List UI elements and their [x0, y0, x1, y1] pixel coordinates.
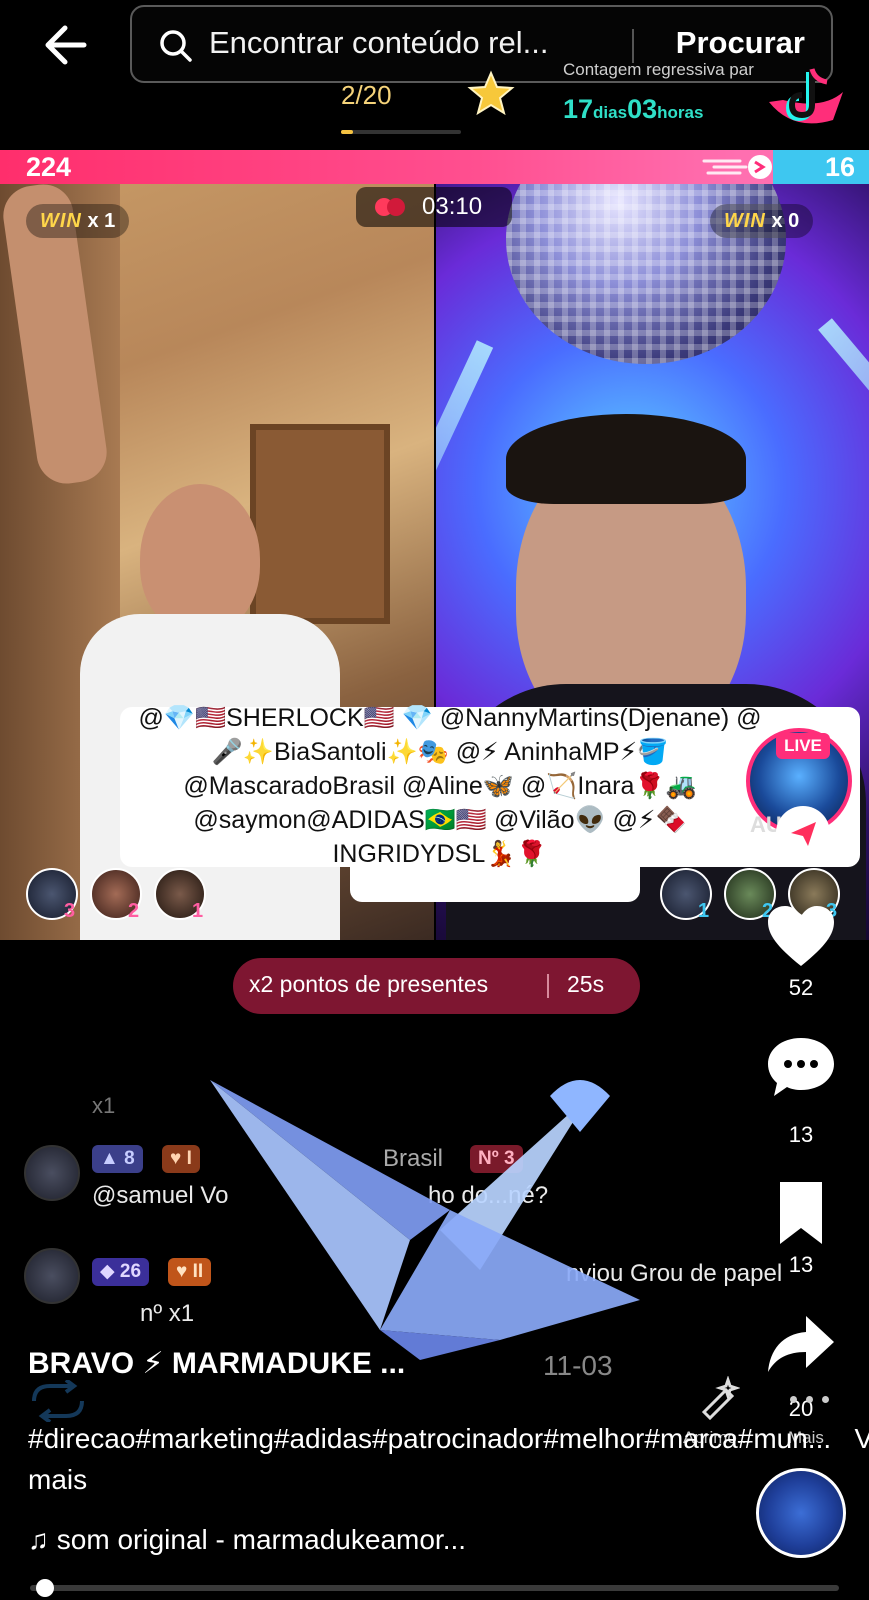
- countdown-value: 17dias03horas: [563, 94, 703, 125]
- supporter-rank: 2: [128, 900, 140, 922]
- fan-level-badge: ♥ I: [162, 1145, 200, 1173]
- likes-count: 52: [788, 975, 814, 1000]
- share-icon[interactable]: [766, 1312, 836, 1378]
- search-divider: [632, 29, 634, 63]
- mention-line: @saymon@ADIDAS🇧🇷🇺🇸 @Vilão👽 @⚡🍫: [193, 806, 687, 834]
- host-face: [140, 484, 260, 634]
- battle-score-bar: 224 16: [0, 150, 869, 184]
- timer-text: 03:10: [422, 193, 483, 220]
- gift-count: nº x1: [140, 1300, 195, 1327]
- user-level-badge: ◆ 26: [92, 1258, 150, 1286]
- round-progress-track: [341, 130, 461, 134]
- vs-gloves-icon: [375, 198, 405, 216]
- post-hashtags[interactable]: #direcao#marketing#adidas#patrocinador#m…: [28, 1418, 869, 1500]
- countdown-hours-unit: horas: [657, 103, 704, 122]
- tiktok-logo-icon[interactable]: [763, 62, 849, 136]
- commenter-avatar[interactable]: [24, 1145, 80, 1201]
- send-icon: [791, 822, 816, 846]
- enhance-icon[interactable]: [696, 1375, 741, 1425]
- speed-icon: [702, 155, 772, 179]
- countdown-days: 17: [563, 94, 594, 124]
- multiplier-divider: [547, 974, 549, 998]
- user-level: 8: [124, 1148, 135, 1169]
- hashtags-text: #direcao#marketing#adidas#patrocinador#m…: [28, 1423, 832, 1454]
- mention-line: 🎤✨BiaSantoli✨🎭 @⚡ AninhaMP⚡🪣: [211, 738, 669, 766]
- comments-count: 13: [788, 1122, 814, 1147]
- light-beam: [436, 340, 494, 675]
- score-left: 224: [26, 152, 72, 182]
- win-label: WIN: [40, 210, 82, 232]
- battle-timer: 03:10: [356, 187, 512, 227]
- round-counter: 2/20: [341, 80, 392, 110]
- multiplier-text: x2 pontos de presentes: [249, 971, 489, 997]
- win-badge-right: WIN x 0: [710, 204, 814, 238]
- user-level-badge: ▲ 8: [92, 1145, 143, 1173]
- live-share-button[interactable]: [776, 806, 830, 860]
- more-dots-icon[interactable]: [788, 1396, 832, 1404]
- mention-line: @💎🇺🇸SHERLOCK🇺🇸 💎 @NannyMartins(Djenane) …: [138, 704, 762, 732]
- live-badge: LIVE: [776, 733, 830, 759]
- supporter-rank: 1: [698, 900, 710, 922]
- sound-row[interactable]: ♫ som original - marmadukeamor...: [28, 1524, 466, 1556]
- round-progress-fill: [341, 130, 353, 134]
- paper-crane-icon: [210, 1080, 640, 1360]
- comment-icon[interactable]: [766, 1034, 836, 1100]
- video-progress-knob[interactable]: [36, 1579, 55, 1597]
- post-date: 11-03: [543, 1350, 613, 1381]
- wooden-door: [250, 424, 390, 624]
- sound-avatar[interactable]: [756, 1468, 846, 1558]
- win-count: x 1: [87, 210, 116, 232]
- back-button[interactable]: [40, 20, 100, 70]
- faded-comment: x1: [92, 1093, 116, 1118]
- host-hair: [506, 414, 746, 504]
- sound-name: som original - marmadukeamor...: [56, 1524, 467, 1555]
- commenter-avatar[interactable]: [24, 1248, 80, 1304]
- win-count: x 0: [771, 210, 800, 232]
- supporter-rank: 3: [64, 900, 76, 922]
- gift-multiplier-banner: x2 pontos de presentes 25s: [233, 958, 640, 1014]
- heart-icon[interactable]: [766, 904, 836, 970]
- countdown-label: Contagem regressiva par: [563, 60, 754, 79]
- video-progress-track[interactable]: [30, 1585, 839, 1591]
- search-input[interactable]: Encontrar conteúdo rel...: [209, 25, 548, 61]
- win-badge-left: WIN x 1: [26, 204, 130, 238]
- back-arrow-icon: [45, 25, 87, 65]
- score-right: 16: [824, 152, 855, 182]
- user-level: 26: [119, 1261, 142, 1282]
- supporter-rank: 1: [192, 900, 204, 922]
- music-note-icon: ♫: [28, 1524, 49, 1555]
- search-icon: [160, 30, 192, 62]
- search-button[interactable]: Procurar: [676, 25, 805, 61]
- saves-count: 13: [788, 1252, 814, 1277]
- fan-level: I: [186, 1148, 192, 1169]
- bookmark-icon[interactable]: [766, 1180, 836, 1246]
- mention-line: @MascaradoBrasil @Aline🦋 @🏹Inara🌹🚜: [183, 772, 697, 800]
- countdown-hours: 03: [627, 94, 658, 124]
- light-beam: [818, 318, 869, 606]
- countdown-days-unit: dias: [593, 103, 628, 122]
- mention-line: INGRIDYDSL💃🌹: [332, 840, 548, 868]
- star-icon: [467, 70, 515, 116]
- post-author-title[interactable]: BRAVO ⚡ MARMADUKE ...: [28, 1346, 405, 1381]
- win-label: WIN: [724, 210, 766, 232]
- multiplier-time: 25s: [567, 971, 605, 997]
